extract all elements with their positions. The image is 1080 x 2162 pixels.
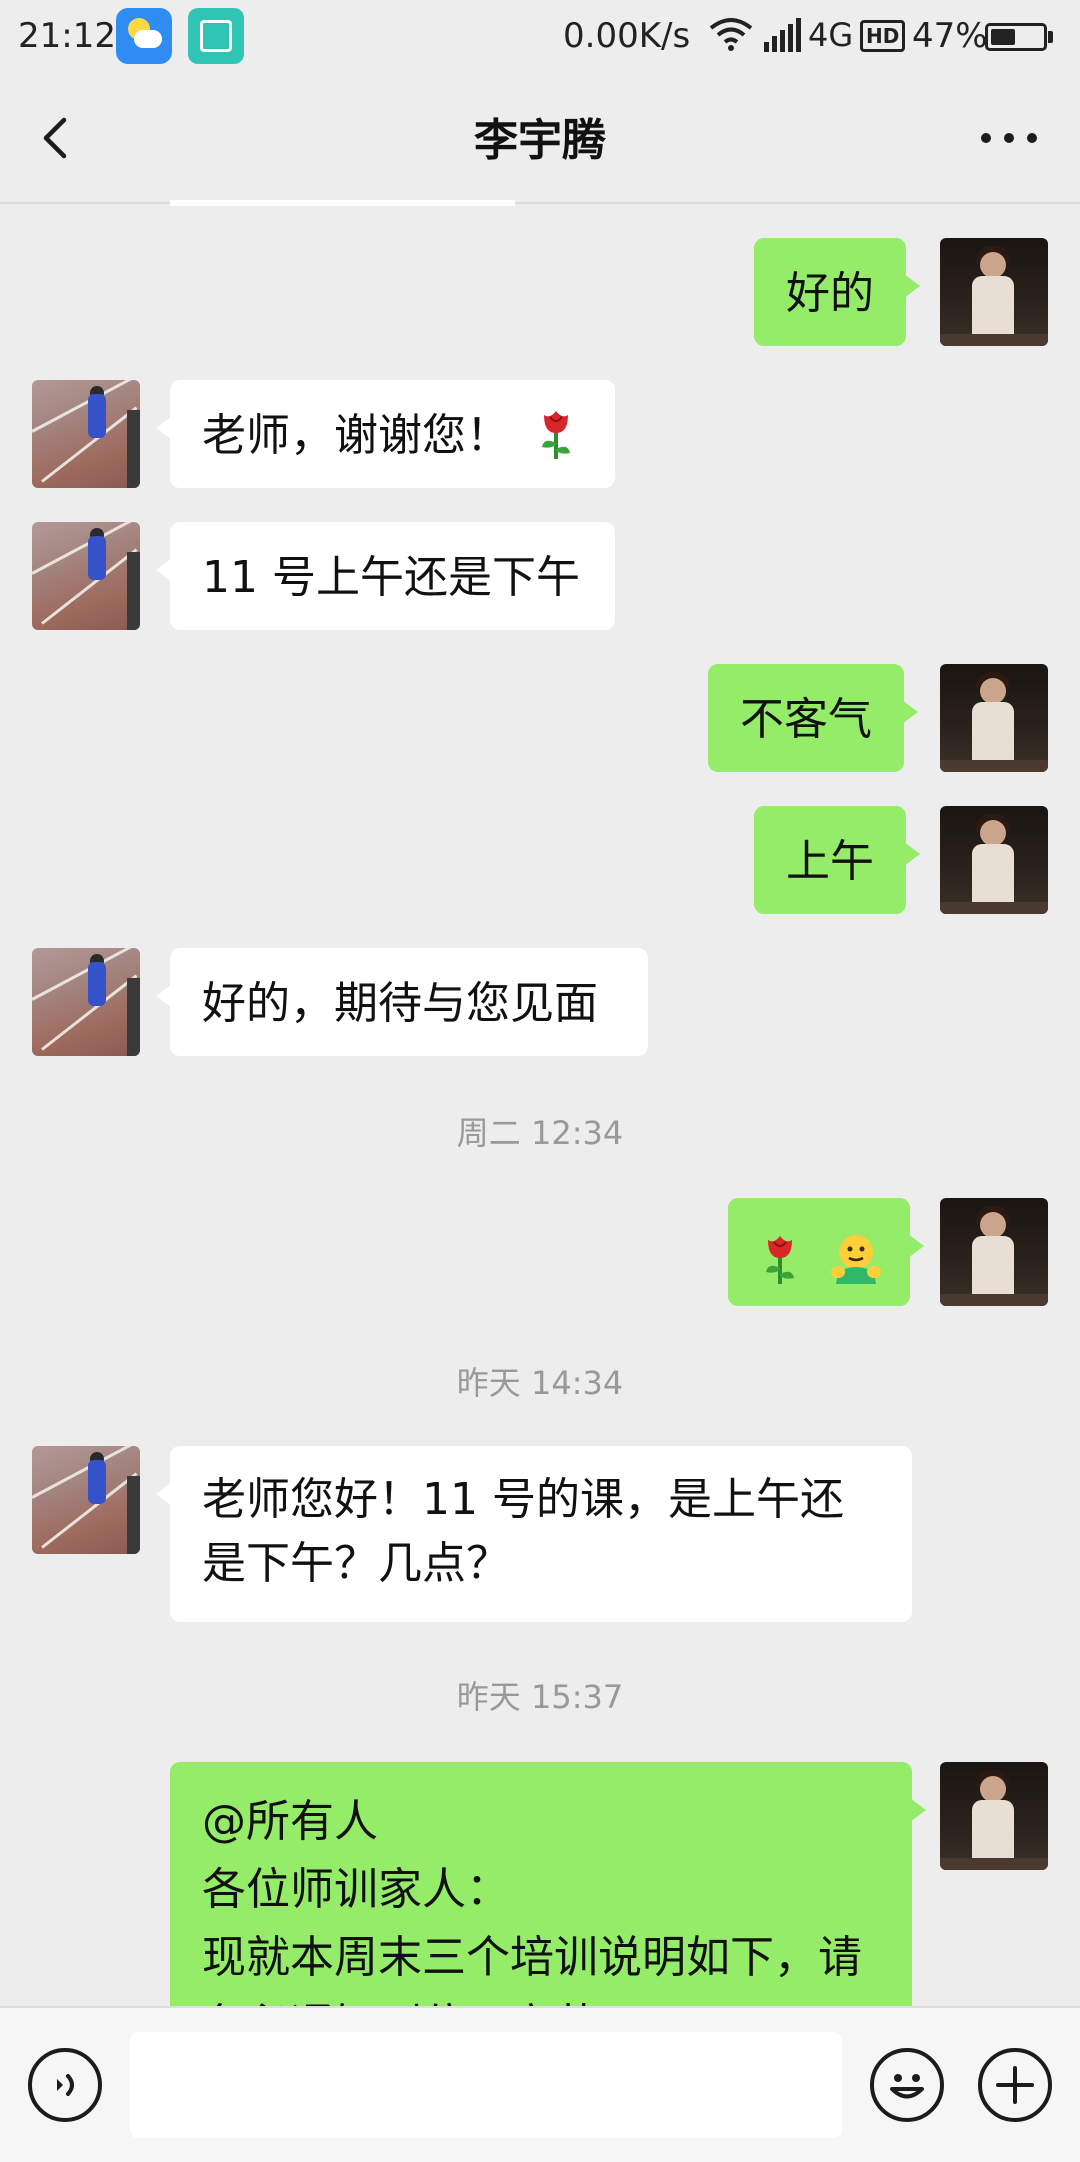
message-bubble-self[interactable]: 不客气 <box>708 664 918 772</box>
battery-percent: 47% <box>912 16 988 56</box>
chat-input-bar <box>0 2006 1080 2162</box>
avatar-self[interactable] <box>940 806 1048 914</box>
avatar-contact[interactable] <box>32 380 140 488</box>
message-text-line: 各位师训家人： <box>202 1864 510 1915</box>
previous-bubble-edge <box>170 200 515 206</box>
message-bubble-self[interactable] <box>728 1198 924 1306</box>
avatar-self[interactable] <box>940 664 1048 772</box>
hd-badge: HD <box>860 20 906 52</box>
chat-header: 李宇腾 <box>0 74 1080 204</box>
rose-icon <box>766 1236 794 1284</box>
voice-icon[interactable] <box>28 2048 102 2122</box>
avatar-self[interactable] <box>940 1762 1048 1870</box>
message-text-line: 现就本周末三个培训说明如下，请 <box>202 1932 862 1983</box>
message-bubble-self[interactable]: 好的 <box>754 238 920 346</box>
avatar-self[interactable] <box>940 1198 1048 1306</box>
message-text: 11 号上午还是下午 <box>202 552 580 603</box>
message-text-line: 老师您好！11 号的课，是上午还 <box>202 1474 844 1525</box>
message-bubble-contact[interactable]: 老师您好！11 号的课，是上午还 是下午？几点？ <box>156 1446 912 1622</box>
network-type: 4G <box>808 16 854 54</box>
status-bar: 21:12 0.00K/s 4G HD 47% <box>0 0 1080 74</box>
avatar-contact[interactable] <box>32 1446 140 1554</box>
message-text: 好的 <box>786 268 874 319</box>
message-text-line: @所有人 <box>202 1796 378 1847</box>
more-dots-icon[interactable] <box>974 108 1044 168</box>
avatar-contact[interactable] <box>32 522 140 630</box>
timestamp: 昨天 14:34 <box>456 1364 624 1402</box>
weather-app-icon <box>116 8 172 64</box>
timestamp: 昨天 15:37 <box>456 1678 624 1716</box>
message-bubble-self[interactable]: 上午 <box>754 806 920 914</box>
message-text: 不客气 <box>740 694 872 745</box>
message-bubble-contact[interactable]: 11 号上午还是下午 <box>156 522 615 630</box>
rose-icon <box>542 411 570 459</box>
message-text: 老师，谢谢您！ <box>202 410 510 461</box>
battery-cap <box>1048 31 1053 43</box>
message-bubble-contact[interactable]: 老师，谢谢您！ <box>156 380 615 488</box>
wifi-icon <box>709 18 753 51</box>
avatar-self[interactable] <box>940 238 1048 346</box>
message-text: 上午 <box>786 836 874 887</box>
message-input[interactable] <box>130 2032 842 2138</box>
chat-title: 李宇腾 <box>474 115 606 166</box>
plus-icon[interactable] <box>978 2048 1052 2122</box>
network-speed: 0.00K/s <box>563 16 691 56</box>
message-text: 好的，期待与您见面 <box>202 978 598 1029</box>
timestamp: 周二 12:34 <box>456 1114 624 1152</box>
message-text-line: 是下午？几点？ <box>202 1538 510 1589</box>
scan-app-icon <box>188 8 244 64</box>
smiley-icon[interactable] <box>870 2048 944 2122</box>
signal-icon <box>764 18 801 52</box>
status-time: 21:12 <box>18 16 116 56</box>
hug-emoji-icon <box>831 1235 881 1284</box>
battery-icon <box>985 23 1047 51</box>
avatar-contact[interactable] <box>32 948 140 1056</box>
message-bubble-contact[interactable]: 好的，期待与您见面 <box>156 948 648 1056</box>
